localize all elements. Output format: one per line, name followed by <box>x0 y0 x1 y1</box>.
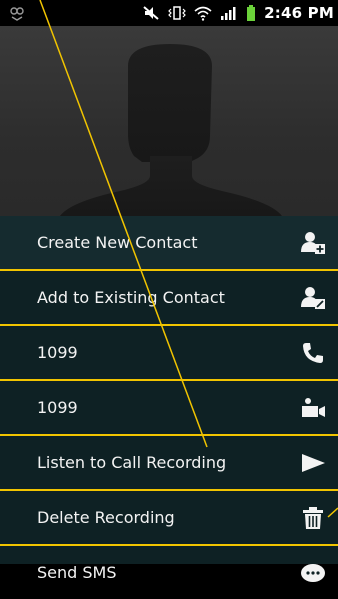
mute-icon <box>143 6 159 20</box>
delete-recording-item[interactable]: Delete Recording <box>0 491 338 546</box>
menu-item-label: Send SMS <box>37 563 117 582</box>
default-contact-silhouette <box>60 44 282 216</box>
message-icon <box>300 560 326 586</box>
call-number-item[interactable]: 1099 <box>0 326 338 381</box>
wifi-icon <box>194 6 212 21</box>
add-contact-icon <box>300 230 326 256</box>
edit-contact-icon <box>300 285 326 311</box>
status-time: 2:46 PM <box>264 4 334 22</box>
video-call-icon <box>300 395 326 421</box>
trash-icon <box>300 505 326 531</box>
status-bar: 2:46 PM <box>0 0 338 26</box>
battery-icon <box>247 5 256 21</box>
create-new-contact-item[interactable]: Create New Contact <box>0 216 338 271</box>
menu-item-label: Create New Contact <box>37 233 198 252</box>
notification-icon <box>10 7 24 21</box>
listen-to-call-recording-item[interactable]: Listen to Call Recording <box>0 436 338 491</box>
menu-item-label: Delete Recording <box>37 508 175 527</box>
contact-photo <box>0 26 338 216</box>
menu-item-label: 1099 <box>37 398 78 417</box>
play-icon <box>300 450 326 476</box>
send-sms-item[interactable]: Send SMS <box>0 546 338 599</box>
vibrate-icon <box>168 6 186 20</box>
contact-options-menu: Create New Contact Add to Existing Conta… <box>0 216 338 582</box>
menu-item-label: 1099 <box>37 343 78 362</box>
video-call-number-item[interactable]: 1099 <box>0 381 338 436</box>
menu-item-label: Listen to Call Recording <box>37 453 227 472</box>
phone-icon <box>300 340 326 366</box>
menu-item-label: Add to Existing Contact <box>37 288 225 307</box>
signal-icon <box>221 7 236 20</box>
add-to-existing-contact-item[interactable]: Add to Existing Contact <box>0 271 338 326</box>
